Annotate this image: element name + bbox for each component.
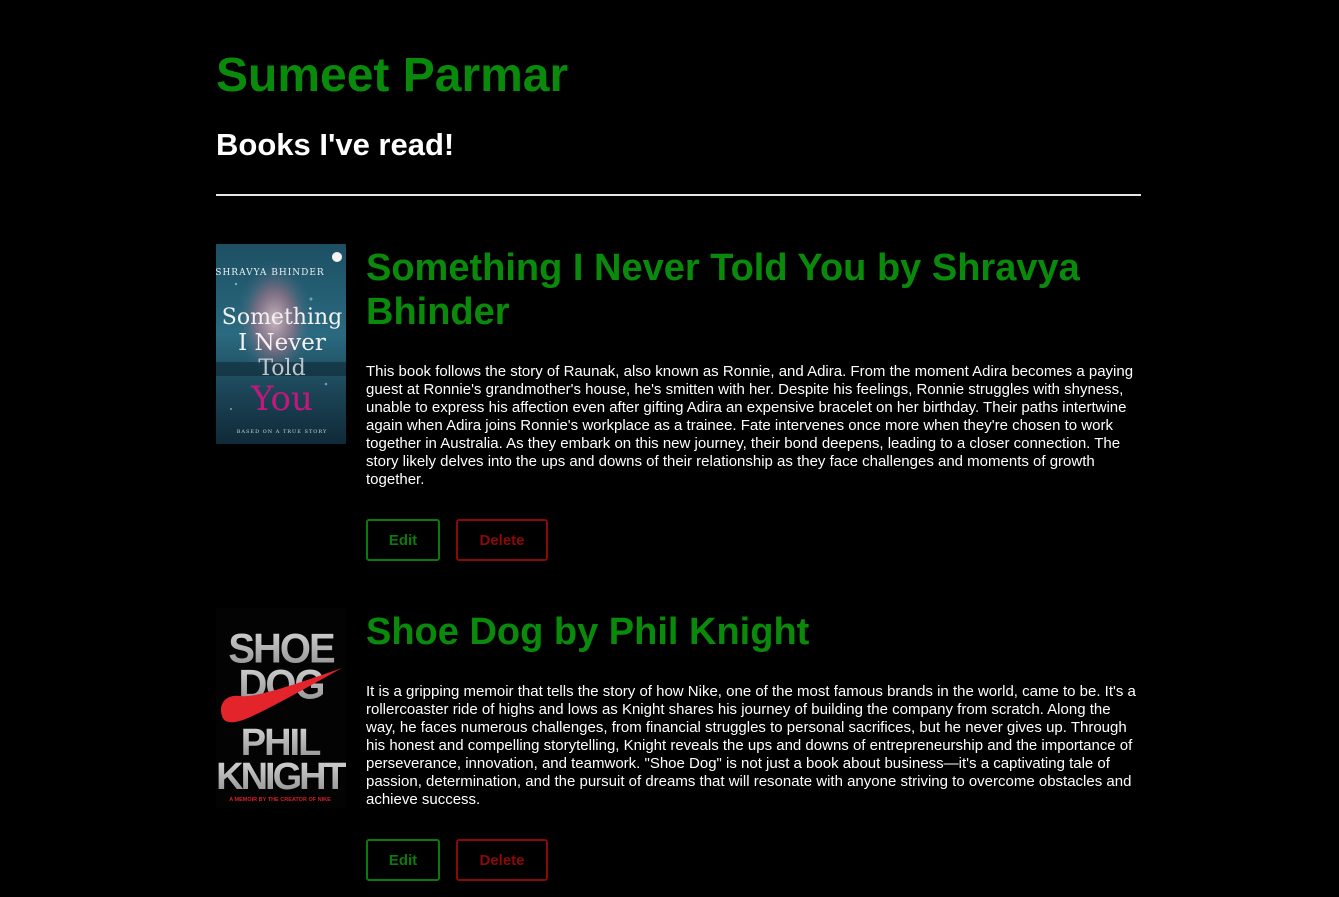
book-info: Shoe Dog by Phil Knight It is a gripping… bbox=[366, 608, 1141, 809]
cover-author-text: SHRAVYA BHINDER bbox=[216, 268, 325, 278]
book-description: This book follows the story of Raunak, a… bbox=[366, 363, 1134, 488]
cover-title-line-4: You bbox=[250, 379, 313, 419]
delete-button[interactable]: Delete bbox=[456, 839, 548, 881]
book-title: Something I Never Told You by Shravya Bh… bbox=[366, 247, 1080, 333]
cover-title-line-2: I Never bbox=[238, 330, 326, 356]
delete-button[interactable]: Delete bbox=[456, 519, 548, 561]
cover-author-line-2: KNIGHT bbox=[216, 756, 346, 798]
page-subtitle: Books I've read! bbox=[216, 127, 455, 162]
site-title: Sumeet Parmar bbox=[216, 49, 569, 102]
header-divider bbox=[216, 194, 1141, 196]
book-description: It is a gripping memoir that tells the s… bbox=[366, 683, 1136, 808]
cover-tagline-text: A MEMOIR BY THE CREATOR OF NIKE bbox=[229, 797, 331, 803]
cover-title-line-3: Told bbox=[258, 356, 305, 381]
cover-tagline-text: BASED ON A TRUE STORY bbox=[237, 429, 328, 435]
book-title: Shoe Dog by Phil Knight bbox=[366, 611, 810, 653]
book-info: Something I Never Told You by Shravya Bh… bbox=[366, 244, 1141, 489]
edit-button[interactable]: Edit bbox=[366, 519, 440, 561]
edit-button[interactable]: Edit bbox=[366, 839, 440, 881]
book-cover-image: SHRAVYA BHINDER Something I Never Told Y… bbox=[216, 244, 346, 444]
cover-title-line-1: Something bbox=[222, 305, 343, 330]
book-cover-image: SHOE DOG PHIL KNIGHT A MEMOIR BY THE CRE… bbox=[216, 608, 346, 808]
